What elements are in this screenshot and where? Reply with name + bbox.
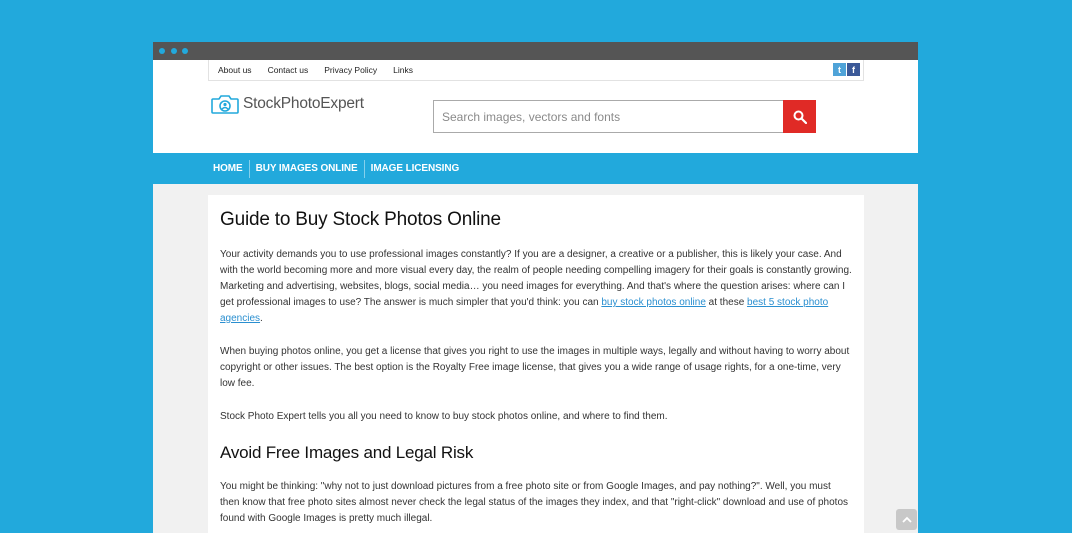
nav-items: HOME BUY IMAGES ONLINE IMAGE LICENSING	[207, 153, 465, 184]
nav-item-home[interactable]: HOME	[207, 153, 249, 184]
window-dot-icon[interactable]	[159, 48, 165, 54]
browser-window: About us Contact us Privacy Policy Links…	[153, 42, 918, 533]
facebook-icon[interactable]: f	[847, 63, 860, 76]
paragraph-text: .	[260, 313, 263, 324]
logo-text: StockPhotoExpert	[243, 95, 364, 112]
nav-item-image-licensing[interactable]: IMAGE LICENSING	[365, 153, 466, 184]
article-paragraph: You might be thinking: "why not to just …	[220, 481, 849, 524]
page-title: Guide to Buy Stock Photos Online	[220, 209, 501, 230]
top-link-about-us[interactable]: About us	[218, 65, 252, 75]
social-links: t f	[833, 63, 860, 76]
nav-item-buy-images-online[interactable]: BUY IMAGES ONLINE	[250, 153, 364, 184]
top-link-contact-us[interactable]: Contact us	[268, 65, 309, 75]
top-links: About us Contact us Privacy Policy Links	[218, 65, 413, 75]
site-header: About us Contact us Privacy Policy Links…	[153, 60, 918, 153]
search-form	[433, 100, 816, 133]
search-icon	[793, 110, 807, 124]
window-titlebar	[153, 42, 918, 60]
window-dot-icon[interactable]	[171, 48, 177, 54]
top-link-links[interactable]: Links	[393, 65, 413, 75]
search-button[interactable]	[783, 100, 816, 133]
section-heading: Avoid Free Images and Legal Risk	[220, 443, 474, 462]
chevron-up-icon	[901, 516, 912, 523]
camera-icon	[211, 95, 239, 114]
article-paragraph: Stock Photo Expert tells you all you nee…	[220, 411, 668, 422]
article-paragraph: Your activity demands you to use profess…	[220, 247, 852, 327]
scroll-to-top-button[interactable]	[896, 509, 917, 530]
window-dot-icon[interactable]	[182, 48, 188, 54]
buy-stock-photos-link[interactable]: buy stock photos online	[601, 297, 706, 308]
search-input[interactable]	[433, 100, 783, 133]
twitter-icon[interactable]: t	[833, 63, 846, 76]
main-nav: HOME BUY IMAGES ONLINE IMAGE LICENSING	[153, 153, 918, 184]
article-content: Guide to Buy Stock Photos Online Your ac…	[208, 195, 864, 533]
top-link-privacy-policy[interactable]: Privacy Policy	[324, 65, 377, 75]
paragraph-text: at these	[705, 297, 748, 308]
site-logo[interactable]: StockPhotoExpert	[210, 93, 364, 115]
top-bar: About us Contact us Privacy Policy Links…	[208, 60, 864, 81]
article-paragraph: When buying photos online, you get a lic…	[220, 346, 850, 389]
